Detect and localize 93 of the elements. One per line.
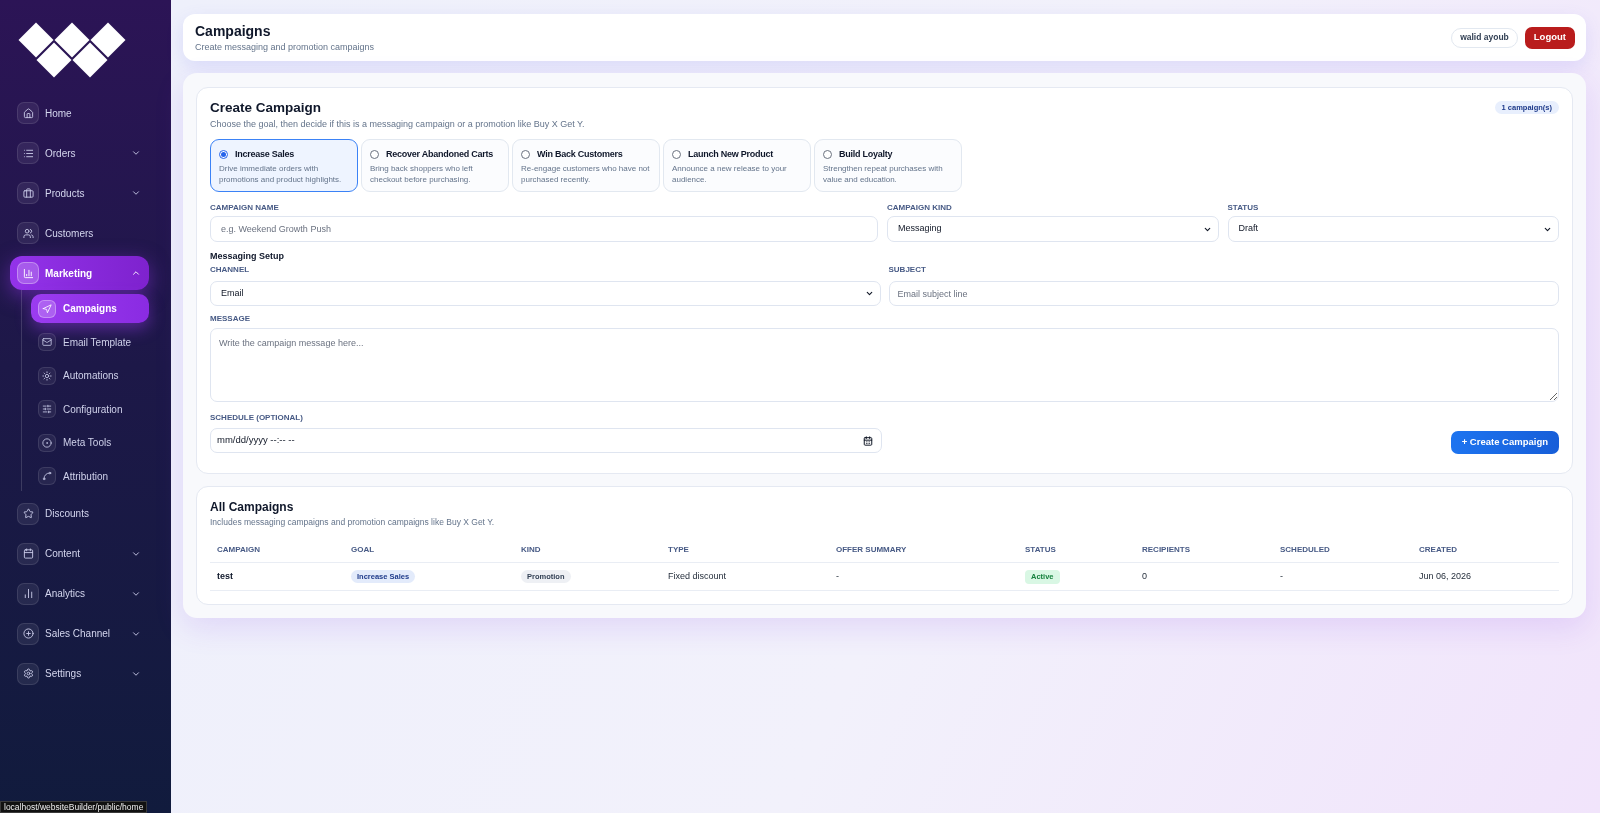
home-icon: [17, 102, 39, 124]
bar-chart-icon: [17, 262, 39, 284]
sidebar-item[interactable]: Home: [10, 96, 149, 130]
radio-button[interactable]: [672, 149, 681, 159]
page-title: Campaigns: [195, 22, 271, 40]
column-header: TYPE: [668, 543, 689, 556]
column-header: RECIPIENTS: [1142, 543, 1190, 556]
sidebar-subitem[interactable]: Configuration: [31, 394, 149, 424]
sidebar-item[interactable]: Products: [10, 176, 149, 210]
table-cell-text: Jun 06, 2026: [1419, 569, 1472, 583]
calendar-icon: [863, 435, 873, 446]
table-cell-text: -: [1280, 569, 1283, 583]
sliders-icon: [38, 400, 56, 418]
column-header: CREATED: [1419, 543, 1458, 556]
column-header: CAMPAIGN: [217, 543, 260, 556]
goal-description: Re-engage customers who have not purchased recently.: [521, 163, 651, 185]
field-label: SUBJECT: [888, 265, 926, 275]
subject-field[interactable]: Email subject line: [888, 281, 1559, 306]
column-header: KIND: [521, 543, 541, 556]
curve-icon: [38, 467, 56, 485]
sidebar-item[interactable]: Content: [10, 536, 149, 571]
goal-description: Strengthen repeat purchases with value and education.: [823, 163, 944, 185]
sidebar-item[interactable]: Sales Channel: [10, 616, 149, 651]
sidebar-item[interactable]: Discounts: [10, 496, 149, 531]
goal-option[interactable]: Build Loyalty Strengthen repeat purchases with value and education.: [814, 139, 962, 192]
column-header: OFFER SUMMARY: [836, 543, 907, 556]
star-icon: [17, 502, 39, 525]
sidebar-item[interactable]: Marketing: [10, 256, 149, 290]
goal-title: Increase Sales: [235, 148, 295, 160]
mail-icon: [38, 333, 56, 351]
sidebar-item[interactable]: Orders: [10, 136, 149, 170]
goal-title: Win Back Customers: [537, 148, 623, 160]
navigation-arrow-icon: [38, 299, 56, 318]
sidebar-item[interactable]: Customers: [10, 216, 149, 250]
goal-title: Launch New Product: [688, 148, 773, 160]
schedule-field[interactable]: mm/dd/yyyy --:-- --: [210, 428, 882, 453]
sidebar-subitem[interactable]: Campaigns: [31, 294, 149, 323]
sidebar-item[interactable]: Settings: [10, 656, 149, 691]
field-label: SCHEDULE (OPTIONAL): [210, 413, 303, 423]
sun-icon: [38, 366, 56, 385]
column-header: SCHEDULED: [1280, 543, 1330, 556]
message-field[interactable]: Write the campaign message here...: [210, 328, 1559, 402]
list-icon: [17, 142, 39, 164]
radio-button[interactable]: [219, 149, 228, 159]
briefcase-icon: [17, 182, 39, 204]
goal-option[interactable]: Launch New Product Announce a new release to your audience.: [663, 139, 811, 192]
users-icon: [17, 222, 39, 244]
field-label: CAMPAIGN KIND: [887, 203, 952, 213]
settings-icon: [17, 662, 39, 685]
goal-title: Build Loyalty: [839, 148, 893, 160]
table-cell-text: test: [217, 569, 233, 583]
table-cell-text: Fixed discount: [668, 569, 727, 583]
logout-button[interactable]: Logout: [1524, 26, 1575, 49]
sidebar-subitem[interactable]: Attribution: [31, 461, 149, 491]
goal-option[interactable]: Increase Sales Drive immediate orders with promotions and product highlights.: [210, 139, 358, 192]
bar-chart-icon: [17, 582, 39, 605]
calendar-icon: [17, 542, 39, 565]
goal-description: Drive immediate orders with promotions and product highlights.: [219, 163, 343, 185]
logo-icon: [18, 22, 126, 78]
table-cell-text: 0: [1142, 569, 1147, 583]
field-label: CHANNEL: [210, 265, 250, 275]
target-icon: [38, 433, 56, 452]
goal-description: Announce a new release to your audience.: [672, 163, 788, 185]
create-campaign-button[interactable]: + Create Campaign: [1450, 431, 1559, 454]
status-bar-url: localhost/websiteBuilder/public/home: [0, 801, 148, 813]
field-label: STATUS: [1227, 203, 1259, 213]
radio-button[interactable]: [521, 149, 530, 159]
sidebar-subitem[interactable]: Email Template: [31, 327, 149, 357]
goal-option[interactable]: Recover Abandoned Carts Bring back shoppers who left checkout before purchasing.: [361, 139, 509, 192]
column-header: GOAL: [351, 543, 375, 556]
column-header: STATUS: [1025, 543, 1056, 556]
section-title: Create Campaign: [210, 100, 322, 116]
subsection-title: Messaging Setup: [210, 250, 284, 262]
channel-select[interactable]: Email: [210, 281, 881, 306]
table-cell-text: -: [836, 569, 839, 583]
sidebar-subitem[interactable]: Automations: [31, 361, 149, 390]
chevron-down-icon: [864, 289, 874, 298]
status-select[interactable]: Draft: [1227, 216, 1559, 242]
field-label: CAMPAIGN NAME: [210, 203, 279, 213]
radio-button[interactable]: [823, 149, 832, 159]
field-label: MESSAGE: [210, 314, 250, 324]
goal-title: Recover Abandoned Carts: [386, 148, 493, 160]
sidebar-subitem[interactable]: Meta Tools: [31, 428, 149, 457]
radio-button[interactable]: [370, 149, 379, 159]
section-title: All Campaigns: [210, 499, 294, 515]
goal-option[interactable]: Win Back Customers Re-engage customers who have not purchased recently.: [512, 139, 660, 192]
section-subtitle: Includes messaging campaigns and promotion campaigns like Buy X Get Y.: [210, 516, 495, 528]
page-subtitle: Create messaging and promotion campaigns: [195, 40, 375, 53]
campaign-name-field[interactable]: e.g. Weekend Growth Push: [210, 216, 878, 242]
goal-description: Bring back shoppers who left checkout before purchasing.: [370, 163, 474, 185]
campaign-kind-select[interactable]: Messaging: [887, 216, 1219, 242]
sidebar-item[interactable]: Analytics: [10, 576, 149, 611]
section-subtitle: Choose the goal, then decide if this is a messaging campaign or a promotion like Buy X Get Y.: [210, 118, 585, 130]
